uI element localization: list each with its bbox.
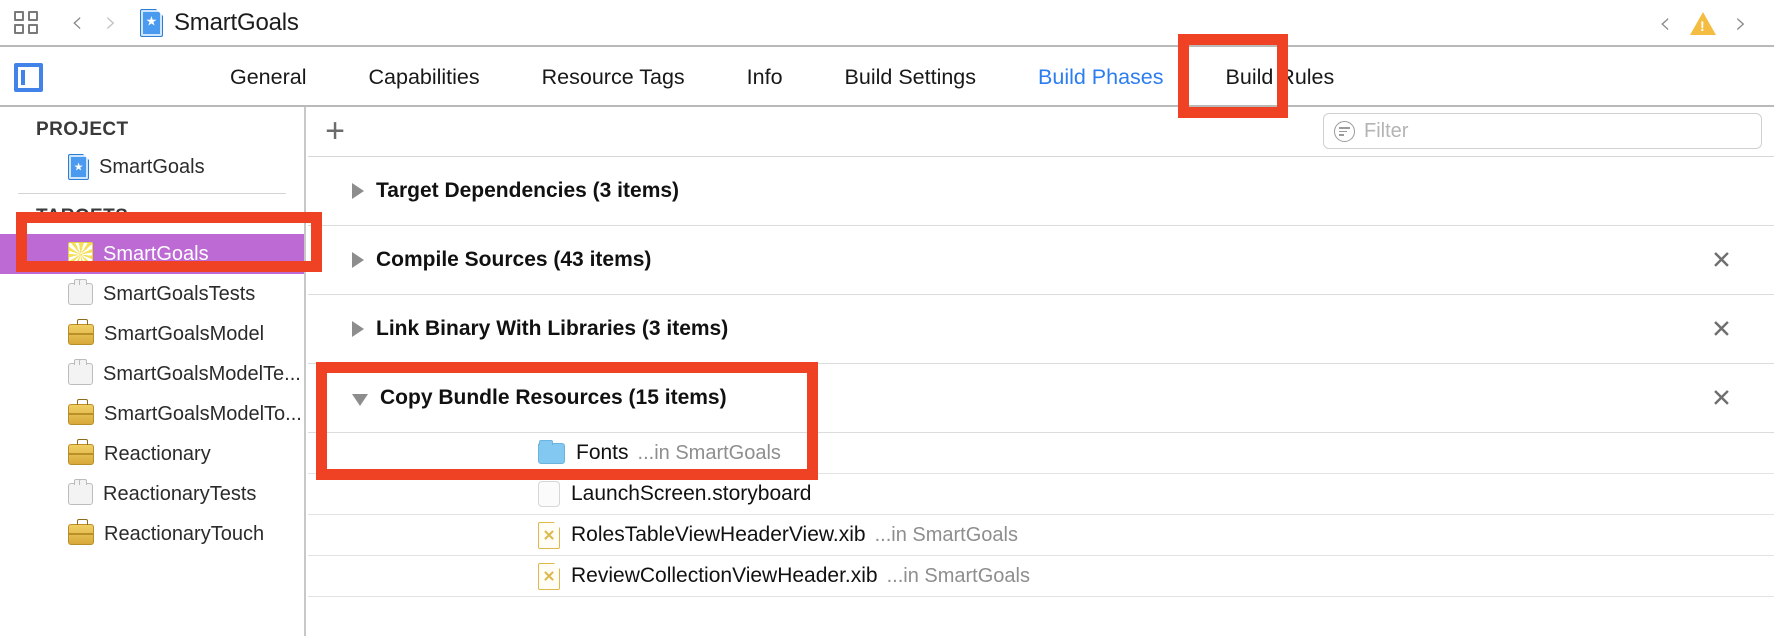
window-toolbar: ‹ › ★ SmartGoals ‹ › — [0, 0, 1774, 47]
issue-next-icon[interactable]: › — [1724, 8, 1758, 39]
plus-icon[interactable]: + — [318, 113, 352, 149]
list-item[interactable]: Fonts ...in SmartGoals — [308, 433, 1774, 474]
list-item[interactable]: ✕ ReviewCollectionViewHeader.xib ...in S… — [308, 556, 1774, 597]
tab-capabilities[interactable]: Capabilities — [369, 65, 480, 90]
phase-title: Link Binary With Libraries (3 items) — [376, 317, 729, 340]
left-panel-toggle-icon[interactable] — [14, 63, 43, 92]
framework-target-icon — [68, 318, 94, 345]
xcode-project-editor-window: ‹ › ★ SmartGoals ‹ › General Capabilitie… — [0, 0, 1774, 636]
sidebar-item-label: SmartGoalsModel — [104, 322, 265, 345]
sidebar-item-target-reactionarytouch[interactable]: ReactionaryTouch — [0, 514, 304, 554]
sidebar-item-target-smartgoalsmodeltests[interactable]: SmartGoalsModelTe... — [0, 354, 304, 394]
phase-row-link-binary-with-libraries[interactable]: Link Binary With Libraries (3 items) ✕ — [308, 295, 1774, 364]
sidebar-item-target-smartgoals[interactable]: SmartGoals — [0, 234, 304, 274]
phase-title: Compile Sources (43 items) — [376, 248, 652, 271]
phase-row-compile-sources[interactable]: Compile Sources (43 items) ✕ — [308, 226, 1774, 295]
xcode-project-icon: ★ — [68, 154, 89, 180]
tab-resource-tags[interactable]: Resource Tags — [542, 65, 685, 90]
sidebar-item-target-smartgoalsmodel[interactable]: SmartGoalsModel — [0, 314, 304, 354]
warning-triangle-icon[interactable] — [1690, 12, 1716, 35]
sidebar-item-target-reactionary[interactable]: Reactionary — [0, 434, 304, 474]
sidebar-item-label: ReactionaryTests — [103, 482, 257, 505]
issue-navigator-group: ‹ › — [1648, 0, 1758, 47]
close-x-icon[interactable]: ✕ — [1711, 317, 1732, 342]
sidebar-section-targets: TARGETS — [36, 206, 129, 227]
phase-row-copy-bundle-resources[interactable]: Copy Bundle Resources (15 items) ✕ — [308, 364, 1774, 433]
build-phases-editor: + Filter Target Dependencies (3 items) C… — [308, 107, 1774, 636]
editor-tab-bar: General Capabilities Resource Tags Info … — [0, 47, 1774, 107]
sidebar-item-label: SmartGoalsModelTo... — [104, 402, 302, 425]
issue-previous-icon[interactable]: ‹ — [1648, 8, 1682, 39]
sidebar-item-label: SmartGoals — [103, 242, 209, 265]
project-targets-sidebar: PROJECT ★ SmartGoals TARGETS SmartGoals … — [0, 107, 306, 636]
storyboard-icon — [538, 481, 560, 507]
framework-target-icon — [68, 398, 94, 425]
filter-icon — [1334, 120, 1355, 142]
sidebar-item-label: SmartGoalsTests — [103, 282, 256, 305]
tab-general[interactable]: General — [230, 65, 307, 90]
build-phase-list: Target Dependencies (3 items) Compile So… — [308, 157, 1774, 597]
triangle-down-icon[interactable] — [352, 393, 368, 406]
phase-title: Copy Bundle Resources (15 items) — [380, 386, 727, 409]
build-phases-toolbar: + Filter — [308, 107, 1774, 157]
chevron-right-icon[interactable]: › — [94, 7, 128, 38]
framework-target-icon — [68, 518, 94, 545]
app-target-icon — [68, 241, 93, 267]
breadcrumb[interactable]: SmartGoals — [174, 9, 299, 37]
sidebar-item-label: ReactionaryTouch — [104, 522, 265, 545]
test-bundle-icon — [68, 479, 93, 505]
tab-strip: General Capabilities Resource Tags Info … — [230, 47, 1334, 107]
sidebar-item-target-smartgoalsmodeltools[interactable]: SmartGoalsModelTo... — [0, 394, 304, 434]
file-location: ...in SmartGoals — [874, 523, 1018, 546]
sidebar-item-target-reactionarytests[interactable]: ReactionaryTests — [0, 474, 304, 514]
file-name: RolesTableViewHeaderView.xib — [571, 523, 866, 546]
grid-layout-icon[interactable] — [14, 10, 42, 36]
folder-icon — [538, 439, 565, 464]
file-name: Fonts — [576, 441, 629, 464]
tab-info[interactable]: Info — [747, 65, 783, 90]
filter-field[interactable]: Filter — [1323, 113, 1762, 149]
xib-icon: ✕ — [538, 521, 560, 549]
list-item[interactable]: LaunchScreen.storyboard — [308, 474, 1774, 515]
file-location: ...in SmartGoals — [637, 441, 781, 464]
phase-row-target-dependencies[interactable]: Target Dependencies (3 items) — [308, 157, 1774, 226]
triangle-right-icon[interactable] — [352, 252, 364, 268]
sidebar-item-project-smartgoals[interactable]: ★ SmartGoals — [0, 147, 304, 187]
xcode-project-icon: ★ — [140, 8, 163, 37]
tab-build-phases[interactable]: Build Phases — [1038, 65, 1164, 90]
filter-placeholder: Filter — [1364, 119, 1409, 142]
triangle-right-icon[interactable] — [352, 183, 364, 199]
tab-build-settings[interactable]: Build Settings — [845, 65, 976, 90]
sidebar-section-project: PROJECT — [36, 119, 129, 140]
triangle-right-icon[interactable] — [352, 321, 364, 337]
test-bundle-icon — [68, 359, 93, 385]
close-x-icon[interactable]: ✕ — [1711, 248, 1732, 273]
xib-icon: ✕ — [538, 562, 560, 590]
tab-build-rules[interactable]: Build Rules — [1226, 65, 1335, 90]
appstore-glyph: ★ — [145, 14, 158, 30]
test-bundle-icon — [68, 279, 93, 305]
chevron-left-icon[interactable]: ‹ — [60, 7, 94, 38]
sidebar-item-label: SmartGoals — [99, 155, 205, 178]
sidebar-item-target-smartgoalstests[interactable]: SmartGoalsTests — [0, 274, 304, 314]
close-x-icon[interactable]: ✕ — [1711, 386, 1732, 411]
file-name: ReviewCollectionViewHeader.xib — [571, 564, 878, 587]
sidebar-item-label: SmartGoalsModelTe... — [103, 362, 301, 385]
framework-target-icon — [68, 438, 94, 465]
list-item[interactable]: ✕ RolesTableViewHeaderView.xib ...in Sma… — [308, 515, 1774, 556]
file-location: ...in SmartGoals — [886, 564, 1030, 587]
phase-title: Target Dependencies (3 items) — [376, 179, 680, 202]
toolbar-left-group: ‹ › ★ SmartGoals — [0, 7, 299, 38]
file-name: LaunchScreen.storyboard — [571, 482, 812, 505]
sidebar-item-label: Reactionary — [104, 442, 211, 465]
